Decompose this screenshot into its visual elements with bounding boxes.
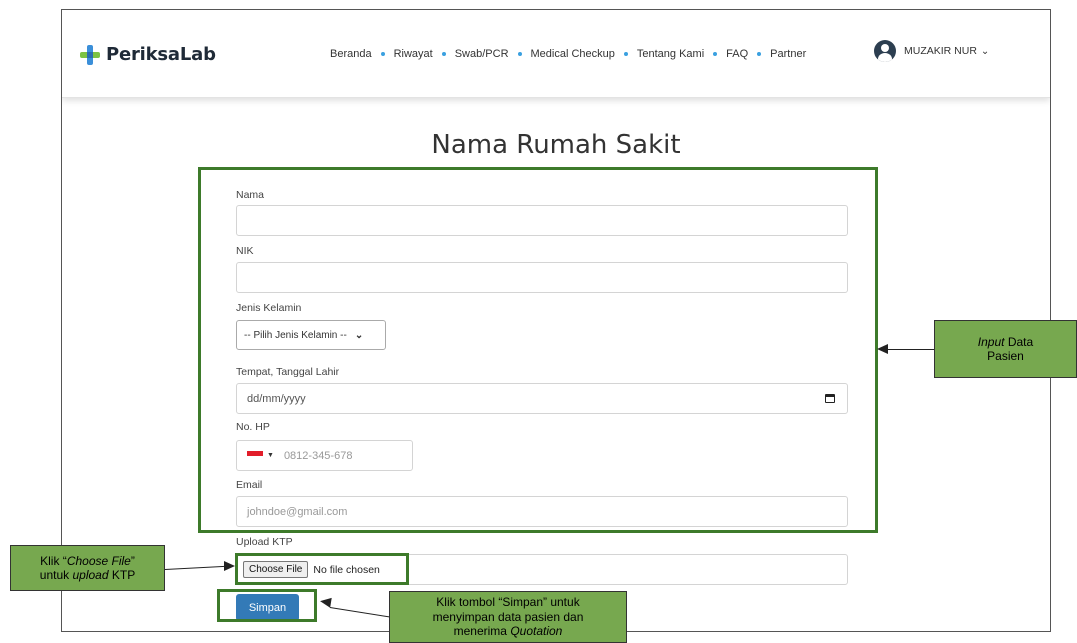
choose-file-callout: Klik “Choose File” untuk upload KTP [10, 545, 165, 591]
callout-text: untuk [39, 568, 73, 582]
form-highlight-box [198, 167, 878, 533]
nav-item-partner[interactable]: Partner [770, 48, 806, 60]
arrow-head-icon [224, 561, 235, 571]
nav-separator-dot [517, 52, 522, 56]
chevron-down-icon: ⌄ [980, 45, 990, 57]
arrow-head-icon [877, 344, 888, 354]
callout-text: Input [977, 334, 1005, 349]
brand-name: PeriksaLab [106, 44, 216, 65]
nav-separator-dot [380, 52, 385, 56]
arrow-head-icon [319, 596, 332, 608]
user-menu[interactable]: MUZAKIR NUR ⌄ [874, 40, 989, 62]
nav-item-beranda[interactable]: Beranda [330, 48, 372, 60]
simpan-callout: Klik tombol “Simpan” untuk menyimpan dat… [389, 591, 627, 643]
user-avatar-icon [874, 40, 896, 62]
callout-text: menerima [453, 624, 511, 639]
nav-separator-dot [757, 52, 762, 56]
simpan-highlight-box [217, 589, 317, 622]
nav-item-tentang-kami[interactable]: Tentang Kami [637, 48, 704, 60]
callout-text: Data [1004, 334, 1034, 349]
callout-text: ” [130, 553, 135, 568]
nav-separator-dot [441, 52, 446, 56]
plus-logo-icon [80, 44, 100, 65]
nav-separator-dot [713, 52, 718, 56]
main-nav: Beranda Riwayat Swab/PCR Medical Checkup… [330, 48, 806, 60]
page-title: Nama Rumah Sakit [431, 130, 681, 160]
callout-text: Klik “ [40, 553, 67, 568]
nav-item-faq[interactable]: FAQ [726, 48, 748, 60]
callout-text: Pasien [987, 349, 1024, 363]
callout-text: Choose File [66, 553, 131, 568]
callout-text: Quotation [510, 624, 563, 639]
ktp-label: Upload KTP [236, 536, 293, 548]
input-data-callout: Input Data Pasien [934, 320, 1077, 378]
nav-item-swab-pcr[interactable]: Swab/PCR [455, 48, 509, 60]
nav-separator-dot [623, 52, 628, 56]
callout-text: KTP [108, 568, 136, 582]
callout-text: menyimpan data pasien dan [432, 609, 584, 624]
arrow-line [888, 349, 934, 350]
brand-logo[interactable]: PeriksaLab [80, 44, 216, 65]
nav-item-riwayat[interactable]: Riwayat [394, 48, 433, 60]
navbar: PeriksaLab Beranda Riwayat Swab/PCR Medi… [62, 10, 1050, 98]
callout-text: Klik tombol “Simpan” untuk [436, 595, 580, 610]
user-name: MUZAKIR NUR [904, 45, 977, 57]
nav-item-medical-checkup[interactable]: Medical Checkup [531, 48, 615, 60]
callout-text: upload [72, 568, 109, 582]
choose-file-highlight-box [235, 553, 409, 585]
